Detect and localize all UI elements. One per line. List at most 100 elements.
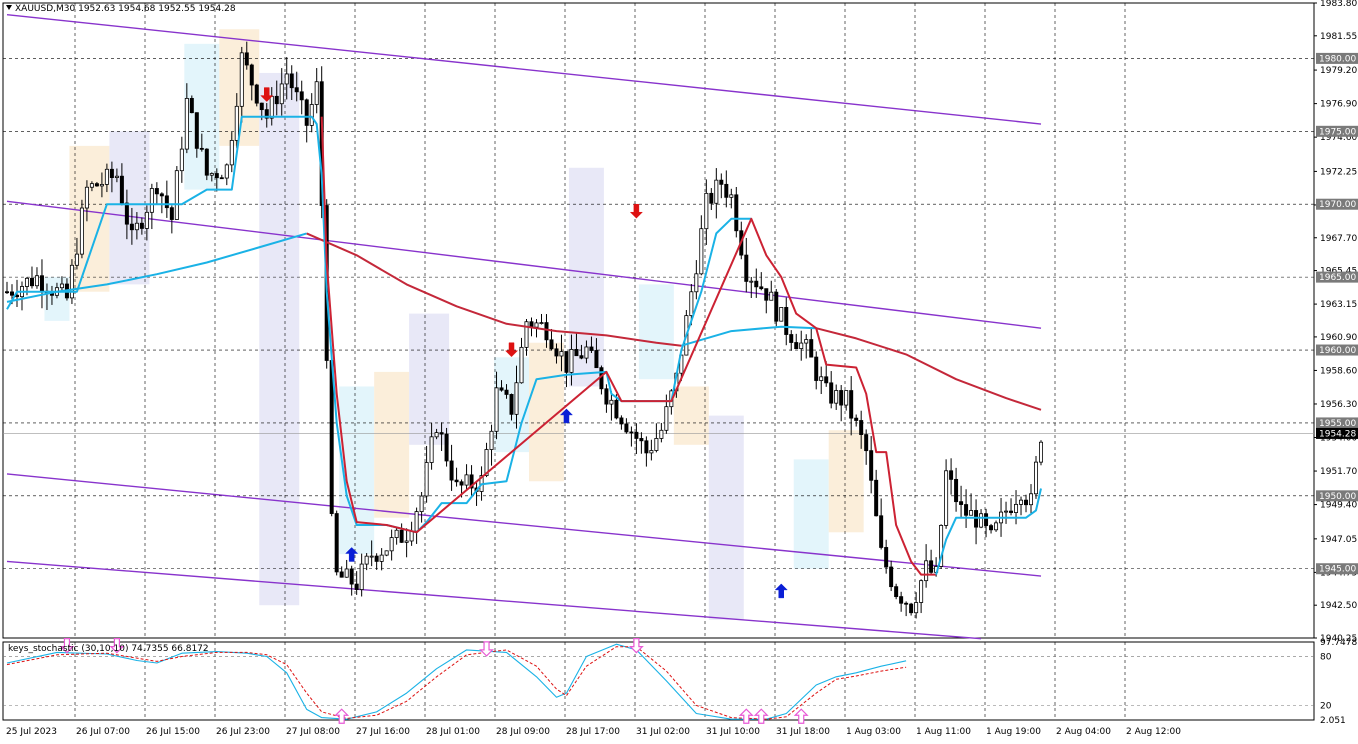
stochastic-y-tick-label: 20	[1320, 701, 1332, 711]
candle-body	[839, 390, 844, 406]
candle-body	[864, 434, 869, 452]
y-tick-label: 1949.40	[1320, 501, 1357, 511]
candle-body	[734, 194, 739, 232]
candle-body	[74, 253, 79, 266]
candle-body	[514, 382, 519, 415]
candle-body	[499, 387, 504, 391]
candle-body	[589, 346, 594, 351]
candle-body	[944, 470, 949, 526]
candle-body	[809, 339, 814, 358]
candle-body	[699, 228, 704, 275]
candle-body	[544, 322, 549, 341]
candle-body	[59, 283, 64, 289]
y-tick-label: 1960.90	[1320, 333, 1357, 343]
candle-body	[569, 349, 574, 373]
stochastic-up-arrow-icon	[793, 708, 809, 724]
candle-body	[374, 555, 379, 562]
candle-body	[704, 192, 709, 230]
candle-body	[564, 351, 569, 373]
candle-body	[414, 511, 419, 532]
candle-body	[424, 462, 429, 497]
price-chart[interactable]: 25 Jul 2023 26 Jul 07:00 26 Jul 15:00 26 Ju…	[0, 0, 1358, 740]
channel-line	[6, 200, 1042, 329]
candle-body	[149, 188, 154, 213]
candle-body	[959, 501, 964, 505]
candle-body	[379, 554, 384, 562]
candle-body	[234, 105, 239, 141]
candle-body	[489, 430, 494, 450]
dropdown-triangle-icon[interactable]	[6, 5, 12, 10]
candle-body	[954, 478, 959, 503]
candle-body	[929, 560, 934, 573]
candle-body	[299, 91, 304, 101]
chart-window[interactable]: 25 Jul 2023 26 Jul 07:00 26 Jul 15:00 26 Ju…	[0, 0, 1358, 740]
candle-body	[579, 355, 584, 359]
candle-body	[254, 84, 259, 104]
candle-body	[764, 288, 769, 301]
candle-body	[239, 52, 244, 107]
candle-body	[519, 346, 524, 384]
candle-body	[789, 334, 794, 343]
candle-body	[204, 148, 209, 176]
x-tick-label: 26 Jul 15:00	[146, 727, 200, 737]
candle-body	[779, 307, 784, 322]
candle-body	[429, 436, 434, 463]
candle-body	[89, 183, 94, 188]
candle-body	[209, 173, 214, 176]
y-tick-label: 1979.20	[1320, 66, 1357, 76]
candle-body	[994, 522, 999, 531]
candle-body	[219, 177, 224, 180]
level-label: 1975.00	[1319, 127, 1356, 137]
candle-body	[1009, 510, 1014, 513]
candle-body	[9, 291, 14, 296]
candle-body	[79, 207, 84, 255]
candle-body	[494, 387, 499, 432]
candle-body	[639, 438, 644, 442]
candle-body	[1034, 461, 1039, 495]
candle-body	[229, 140, 234, 166]
candle-body	[974, 510, 979, 528]
candle-body	[554, 348, 559, 357]
x-tick-label: 27 Jul 16:00	[356, 727, 410, 737]
level-label: 1945.00	[1319, 565, 1356, 575]
candle-body	[664, 406, 669, 431]
zone-box	[109, 131, 150, 285]
candle-body	[919, 580, 924, 603]
x-tick-label: 28 Jul 01:00	[426, 727, 480, 737]
candle-body	[754, 280, 759, 288]
x-tick-label: 31 Jul 18:00	[776, 727, 830, 737]
zone-box	[638, 284, 674, 380]
level-label: 1980.00	[1319, 54, 1356, 64]
candle-body	[634, 431, 639, 439]
zone-box	[828, 430, 864, 533]
candle-body	[124, 202, 129, 225]
candle-body	[874, 479, 879, 517]
candle-body	[609, 399, 614, 405]
candle-body	[24, 277, 29, 287]
candle-body	[444, 433, 449, 462]
candle-body	[549, 339, 554, 350]
symbol-label: XAUUSD,M30	[15, 4, 76, 14]
zone-box	[69, 145, 110, 292]
candle-body	[189, 98, 194, 114]
candle-body	[409, 530, 414, 542]
x-tick-label: 1 Aug 19:00	[986, 727, 1041, 737]
candle-body	[289, 73, 294, 89]
candle-body	[464, 474, 469, 486]
x-tick-label: 28 Jul 09:00	[496, 727, 550, 737]
candle-body	[259, 102, 264, 111]
candle-body	[294, 87, 299, 93]
zone-box	[708, 415, 744, 620]
stochastic-y-tick-label: 2.051	[1320, 716, 1346, 726]
candle-body	[584, 346, 589, 359]
candle-body	[539, 322, 544, 324]
stochastic-up-arrow-icon	[753, 708, 769, 724]
candle-body	[729, 194, 734, 198]
x-tick-label: 1 Aug 11:00	[916, 727, 971, 737]
candle-body	[804, 339, 809, 344]
candle-body	[404, 540, 409, 543]
candle-body	[184, 98, 189, 150]
candle-body	[389, 537, 394, 552]
candle-body	[194, 112, 199, 149]
ma-line-red	[306, 232, 682, 347]
